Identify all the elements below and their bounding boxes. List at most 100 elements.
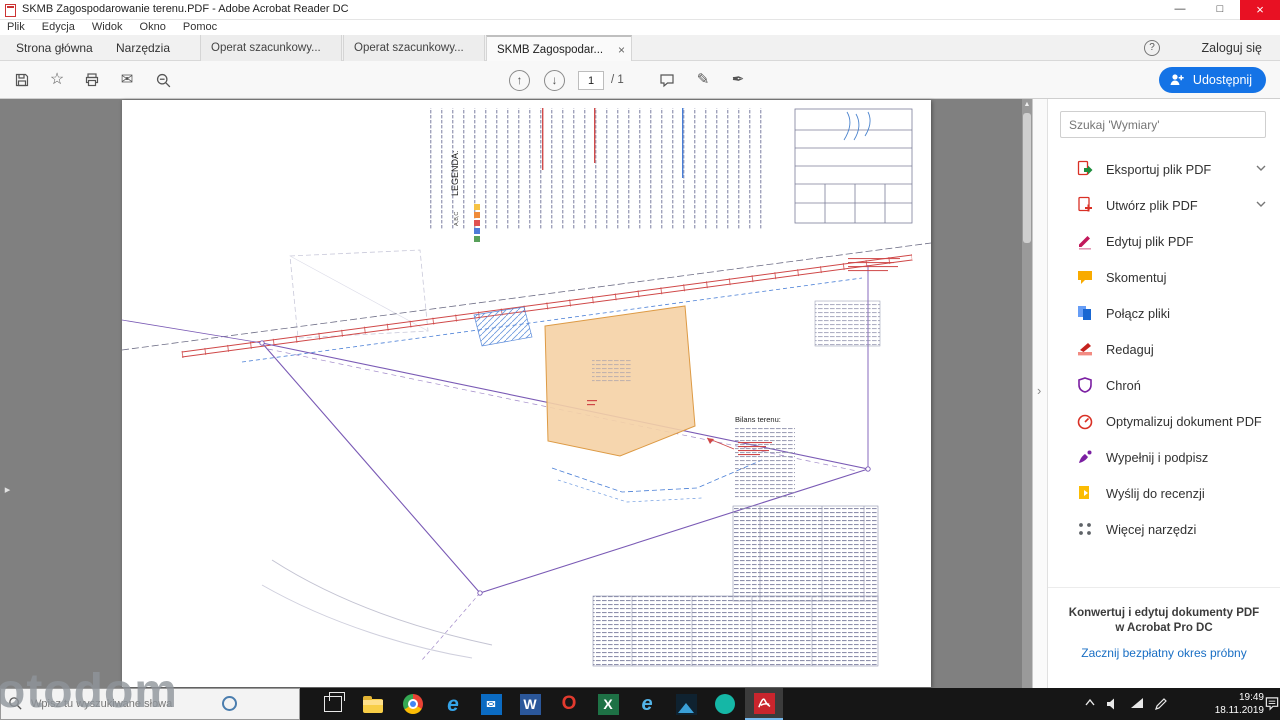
pen-tray-icon[interactable] <box>1154 697 1168 711</box>
edge-button[interactable]: e <box>434 688 472 720</box>
active-tab-label: SKMB Zagospodar... <box>497 44 604 56</box>
network-icon[interactable] <box>1130 697 1144 711</box>
tool-edit-pdf[interactable]: Edytuj plik PDF <box>1048 223 1280 259</box>
scroll-up-icon[interactable]: ▲ <box>1022 99 1032 111</box>
taskbar-clock[interactable]: 19:49 18.11.2019 <box>1194 691 1264 717</box>
legend-color-chips <box>474 204 480 242</box>
document-viewport: ▸ LEGENDA: A,B,C Bilans terenu: ▲ <box>0 99 1032 688</box>
otodom-watermark: otodom <box>0 665 178 718</box>
page-count-label: / 1 <box>611 74 624 86</box>
legend-title: LEGENDA: <box>450 150 460 196</box>
menu-widok[interactable]: Widok <box>85 20 130 34</box>
favorite-star-icon[interactable]: ☆ <box>45 69 69 93</box>
tool-combine-files[interactable]: Połącz pliki <box>1048 295 1280 331</box>
title-block <box>794 108 913 224</box>
document-tab-1[interactable]: Operat szacunkowy... <box>200 35 342 61</box>
tool-redact[interactable]: Redaguj <box>1048 331 1280 367</box>
action-center-icon[interactable] <box>1264 696 1280 711</box>
tab-bar: Strona główna Narzędzia Operat szacunkow… <box>0 35 1280 61</box>
free-trial-link[interactable]: Zacznij bezpłatny okres próbny <box>1048 646 1280 660</box>
share-button-label: Udostępnij <box>1192 73 1252 87</box>
pdf-page: LEGENDA: A,B,C Bilans terenu: <box>121 100 932 687</box>
panel-collapse-icon[interactable]: › <box>1037 383 1041 398</box>
tool-optimize-pdf[interactable]: Optymalizuj dokument PDF <box>1048 403 1280 439</box>
cortana-icon[interactable] <box>222 696 237 711</box>
task-view-button[interactable] <box>314 688 352 720</box>
menu-edycja[interactable]: Edycja <box>35 20 82 34</box>
tool-export-pdf[interactable]: Eksportuj plik PDF <box>1048 151 1280 187</box>
close-button[interactable]: × <box>1240 0 1280 20</box>
sign-icon[interactable]: ✒ <box>726 69 750 93</box>
help-icon[interactable]: ? <box>1144 40 1160 56</box>
photos-button[interactable] <box>667 688 705 720</box>
word-button[interactable]: W <box>511 688 549 720</box>
file-explorer-button[interactable] <box>354 688 392 720</box>
document-tab-2[interactable]: Operat szacunkowy... <box>343 35 485 61</box>
promo-line2: w Acrobat Pro DC <box>1115 622 1213 634</box>
tool-comment[interactable]: Skomentuj <box>1048 259 1280 295</box>
tool-label: Skomentuj <box>1106 269 1167 285</box>
share-button[interactable]: Udostępnij <box>1158 67 1266 93</box>
site-plan-drawing: LEGENDA: A,B,C Bilans terenu: <box>121 108 932 667</box>
email-icon[interactable]: ✉ <box>115 69 139 93</box>
edge-icon: e <box>447 692 459 716</box>
chevron-down-icon <box>1256 201 1266 207</box>
excel-button[interactable]: X <box>589 688 627 720</box>
tool-send-review[interactable]: Wyślij do recenzji <box>1048 475 1280 511</box>
clock-date: 18.11.2019 <box>1214 705 1264 716</box>
panel-divider: › <box>1032 99 1048 688</box>
tool-label: Utwórz plik PDF <box>1106 197 1198 213</box>
redact-icon <box>1078 343 1092 356</box>
internet-explorer-icon: e <box>641 692 653 715</box>
edit-pdf-icon <box>1079 236 1091 250</box>
acrobat-reader-icon <box>753 692 775 714</box>
left-pane-expand-arrow[interactable]: ▸ <box>1 477 14 503</box>
clock-time: 19:49 <box>1238 692 1264 703</box>
panel-footer-divider <box>1048 587 1280 588</box>
tab-home[interactable]: Strona główna <box>4 35 105 61</box>
zoom-out-icon[interactable] <box>151 69 175 93</box>
tool-label: Redaguj <box>1106 341 1154 357</box>
groove-button[interactable] <box>706 688 744 720</box>
page-up-icon[interactable]: ↑ <box>509 70 530 91</box>
acrobat-reader-button[interactable] <box>745 688 783 720</box>
opera-button[interactable]: O <box>550 688 588 720</box>
minimize-button[interactable]: — <box>1160 0 1200 20</box>
page-number-input[interactable] <box>578 71 604 90</box>
internet-explorer-button[interactable]: e <box>628 688 666 720</box>
pdf-file-icon <box>5 4 16 17</box>
groove-icon <box>715 694 735 714</box>
tool-protect[interactable]: Chroń <box>1048 367 1280 403</box>
mail-icon: ✉ <box>480 693 502 715</box>
tools-search-input[interactable] <box>1060 111 1266 138</box>
page-down-icon[interactable]: ↓ <box>544 70 565 91</box>
tools-panel: Eksportuj plik PDF Utwórz plik PDF Edytu… <box>1048 99 1280 688</box>
tool-label: Edytuj plik PDF <box>1106 233 1194 249</box>
comment-icon[interactable] <box>655 69 679 93</box>
chrome-button[interactable] <box>394 688 432 720</box>
tool-label: Optymalizuj dokument PDF <box>1106 413 1262 429</box>
share-person-icon <box>1170 74 1184 85</box>
save-icon[interactable] <box>10 69 34 93</box>
tool-more-tools[interactable]: Więcej narzędzi <box>1048 511 1280 547</box>
pencil-annotate-icon[interactable]: ✎ <box>691 69 715 93</box>
login-link[interactable]: Zaloguj się <box>1202 35 1262 61</box>
print-icon[interactable] <box>80 69 104 93</box>
tool-fill-sign[interactable]: Wypełnij i podpisz <box>1048 439 1280 475</box>
photos-icon <box>675 693 697 715</box>
fill-sign-pen-icon <box>1079 450 1092 463</box>
document-tab-active[interactable]: SKMB Zagospodar... × <box>486 35 632 61</box>
scrollbar-thumb[interactable] <box>1023 113 1031 243</box>
maximize-button[interactable]: □ <box>1200 0 1240 20</box>
mail-button[interactable]: ✉ <box>472 688 510 720</box>
panel-footer: Konwertuj i edytuj dokumenty PDF w Acrob… <box>1048 606 1280 660</box>
menu-plik[interactable]: Plik <box>0 20 32 34</box>
volume-icon[interactable] <box>1106 697 1120 711</box>
tray-expand-icon[interactable] <box>1084 697 1096 709</box>
menu-pomoc[interactable]: Pomoc <box>176 20 224 34</box>
tab-tools[interactable]: Narzędzia <box>104 35 182 61</box>
menu-okno[interactable]: Okno <box>133 20 173 34</box>
document-scrollbar[interactable]: ▲ <box>1022 99 1032 688</box>
tab-close-icon[interactable]: × <box>618 37 625 61</box>
tool-create-pdf[interactable]: Utwórz plik PDF <box>1048 187 1280 223</box>
